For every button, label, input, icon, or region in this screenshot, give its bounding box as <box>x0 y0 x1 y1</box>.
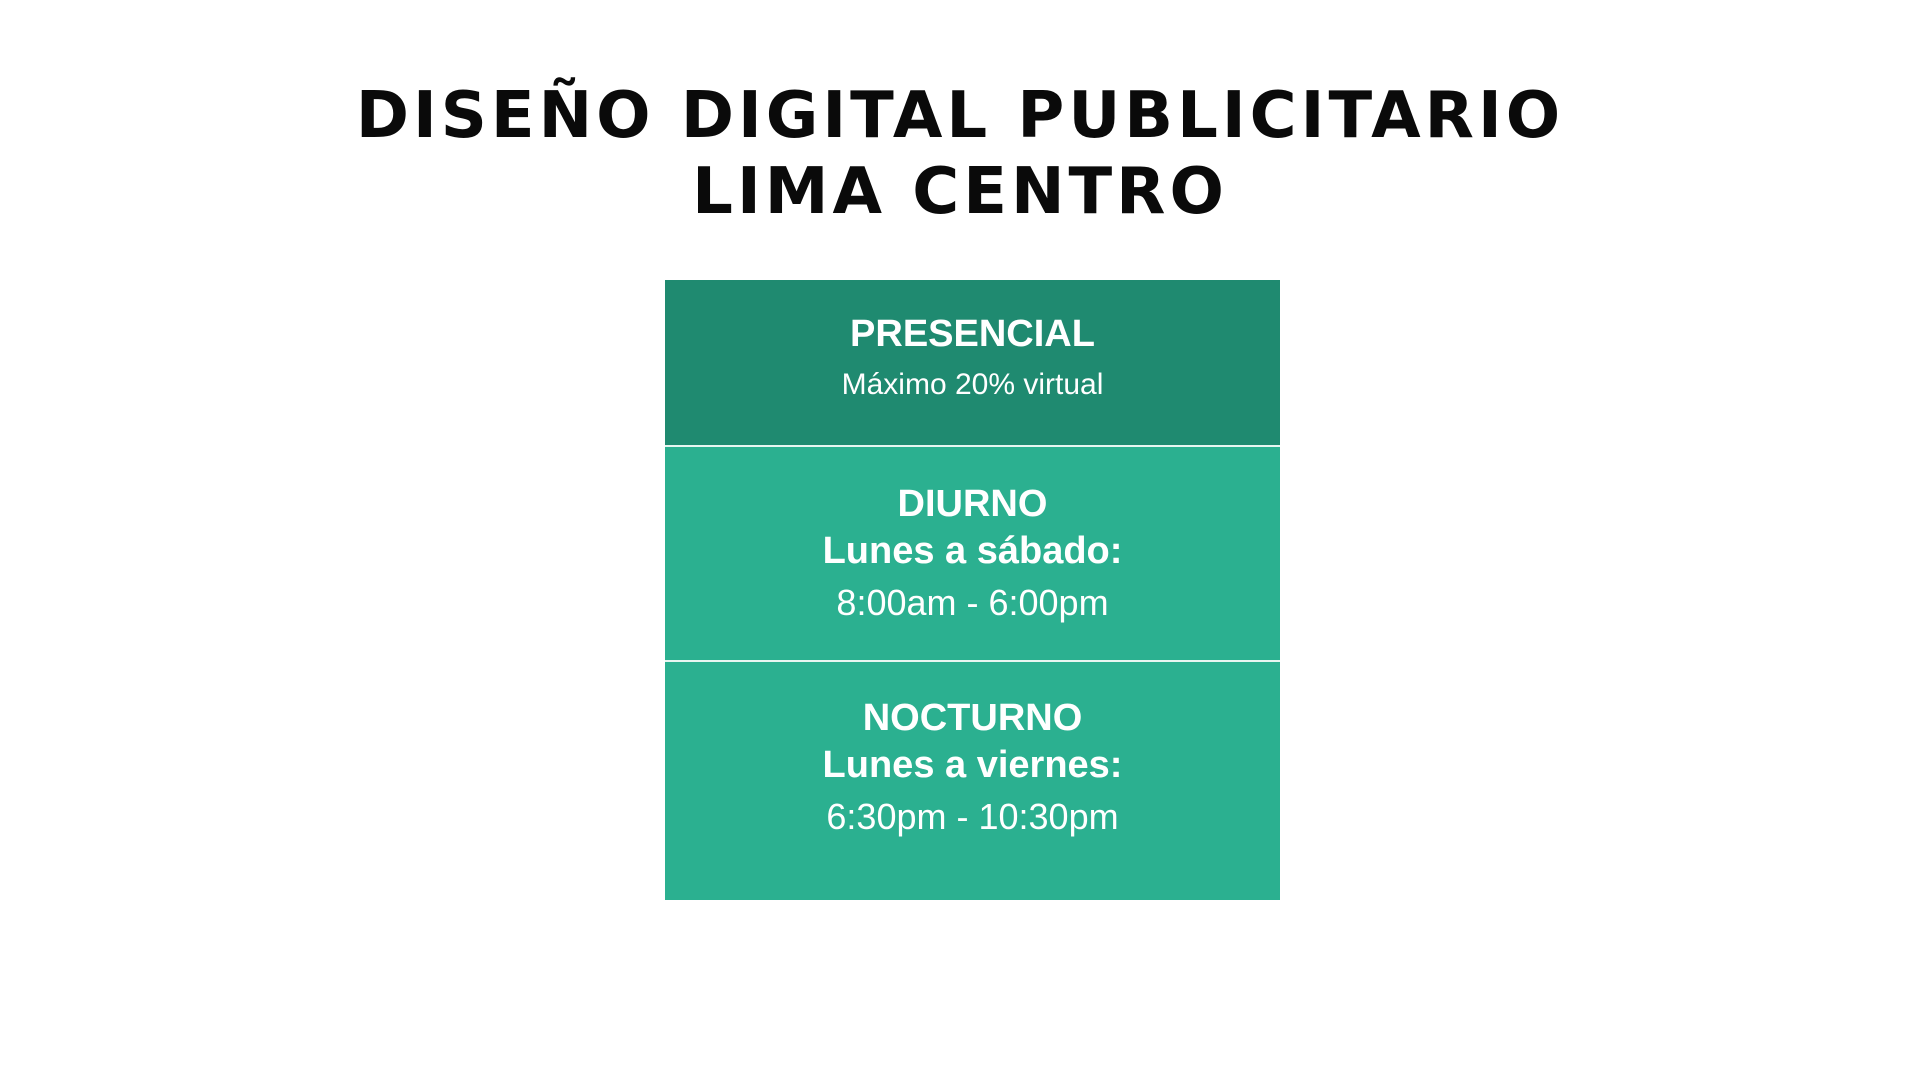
modality-note: Máximo 20% virtual <box>841 368 1104 401</box>
schedule-card: PRESENCIAL Máximo 20% virtual DIURNO Lun… <box>665 280 1280 900</box>
shift-label: DIURNO <box>897 483 1048 525</box>
title-line-2: LIMA CENTRO <box>692 155 1228 229</box>
shift-days: Lunes a viernes: <box>822 744 1123 786</box>
shift-hours: 6:30pm - 10:30pm <box>826 796 1119 837</box>
shift-hours: 8:00am - 6:00pm <box>836 582 1109 623</box>
modality-label: PRESENCIAL <box>850 313 1095 355</box>
page-title: DISEÑO DIGITAL PUBLICITARIO LIMA CENTRO <box>0 78 1920 230</box>
shift-label: NOCTURNO <box>862 697 1083 739</box>
schedule-night-section: NOCTURNO Lunes a viernes: 6:30pm - 10:30… <box>665 662 1280 900</box>
shift-days: Lunes a sábado: <box>822 530 1123 572</box>
title-line-1: DISEÑO DIGITAL PUBLICITARIO <box>355 79 1565 153</box>
modality-section: PRESENCIAL Máximo 20% virtual <box>665 280 1280 447</box>
schedule-day-section: DIURNO Lunes a sábado: 8:00am - 6:00pm <box>665 447 1280 662</box>
